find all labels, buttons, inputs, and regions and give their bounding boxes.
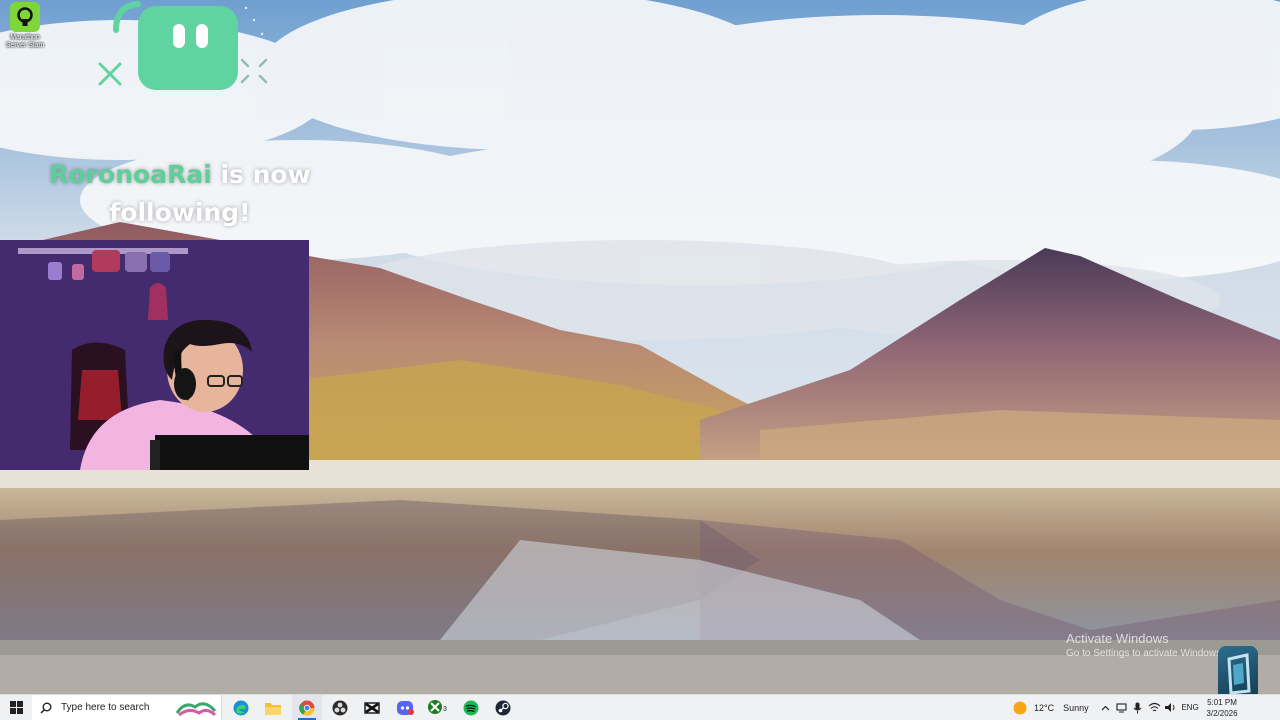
- microphone-icon: [1133, 702, 1141, 713]
- chrome-icon: [299, 700, 315, 715]
- start-button[interactable]: [0, 695, 32, 720]
- spotify-icon: [463, 700, 479, 715]
- follow-alert-message: is now: [211, 160, 311, 189]
- taskbar-app-file-explorer[interactable]: [258, 695, 288, 720]
- webcam-feed: [0, 240, 309, 470]
- taskbar-app-obs[interactable]: [325, 695, 355, 720]
- taskbar: Type here to search 3 12°C Sunny ENG 5:0…: [0, 694, 1280, 720]
- taskbar-app-chrome[interactable]: [292, 695, 322, 720]
- edge-icon: [233, 700, 249, 715]
- weather-widget[interactable]: 12°C Sunny: [1012, 695, 1096, 720]
- weather-temp: 12°C: [1034, 702, 1055, 713]
- capcut-icon: [364, 701, 380, 714]
- tray-network-device[interactable]: [1114, 695, 1128, 720]
- follow-alert-username: RoronoaRai: [49, 160, 212, 189]
- taskbar-app-capcut[interactable]: [357, 695, 387, 720]
- search-highlight-icon: [175, 701, 217, 716]
- steam-icon: [495, 700, 511, 715]
- taskbar-clock[interactable]: 5:01 PM 3/2/2026: [1204, 695, 1240, 720]
- taskbar-app-edge[interactable]: [226, 695, 256, 720]
- tray-language[interactable]: ENG: [1178, 695, 1202, 720]
- desktop-shortcut-marathon[interactable]: Marathon Server Slam: [2, 2, 48, 50]
- weather-condition: Sunny: [1063, 702, 1089, 713]
- activate-windows-title: Activate Windows: [1066, 631, 1169, 646]
- windows-start-icon: [9, 701, 23, 714]
- clock-time: 5:01 PM: [1207, 698, 1237, 707]
- taskbar-app-steam[interactable]: [488, 695, 518, 720]
- desktop-shortcut-label: Marathon Server Slam: [5, 34, 45, 49]
- speaker-icon: [1164, 703, 1174, 712]
- folder-icon: [265, 702, 281, 715]
- taskbar-app-spotify[interactable]: [456, 695, 486, 720]
- chevron-up-icon: [1101, 705, 1109, 710]
- clock-date: 3/2/2026: [1206, 709, 1238, 718]
- tray-overflow-button[interactable]: [1098, 695, 1112, 720]
- follow-alert-message-line2: following!: [109, 198, 251, 227]
- device-icon: [1115, 703, 1127, 713]
- taskbar-app-discord[interactable]: [390, 695, 420, 720]
- discord-icon: [397, 700, 414, 715]
- tray-volume[interactable]: [1162, 695, 1178, 720]
- streamlabs-bot-logo: [96, 0, 272, 96]
- search-placeholder: Type here to search: [61, 702, 150, 713]
- sun-icon: [1013, 701, 1027, 714]
- tray-microphone[interactable]: [1130, 695, 1144, 720]
- tray-wifi[interactable]: [1146, 695, 1162, 720]
- wifi-icon: [1148, 702, 1160, 712]
- xbox-badge: 3: [443, 706, 447, 713]
- activate-windows-watermark: Activate Windows Go to Settings to activ…: [1066, 631, 1224, 660]
- taskbar-search-box[interactable]: Type here to search: [32, 695, 222, 720]
- search-icon: [40, 702, 52, 714]
- marathon-app-icon: [10, 2, 40, 32]
- language-indicator: ENG: [1181, 703, 1199, 712]
- taskbar-app-xbox[interactable]: 3: [423, 695, 453, 720]
- activate-windows-subtitle: Go to Settings to activate Windows.: [1066, 648, 1224, 659]
- follow-alert: RoronoaRai is now following!: [20, 156, 340, 232]
- obs-icon: [332, 700, 348, 715]
